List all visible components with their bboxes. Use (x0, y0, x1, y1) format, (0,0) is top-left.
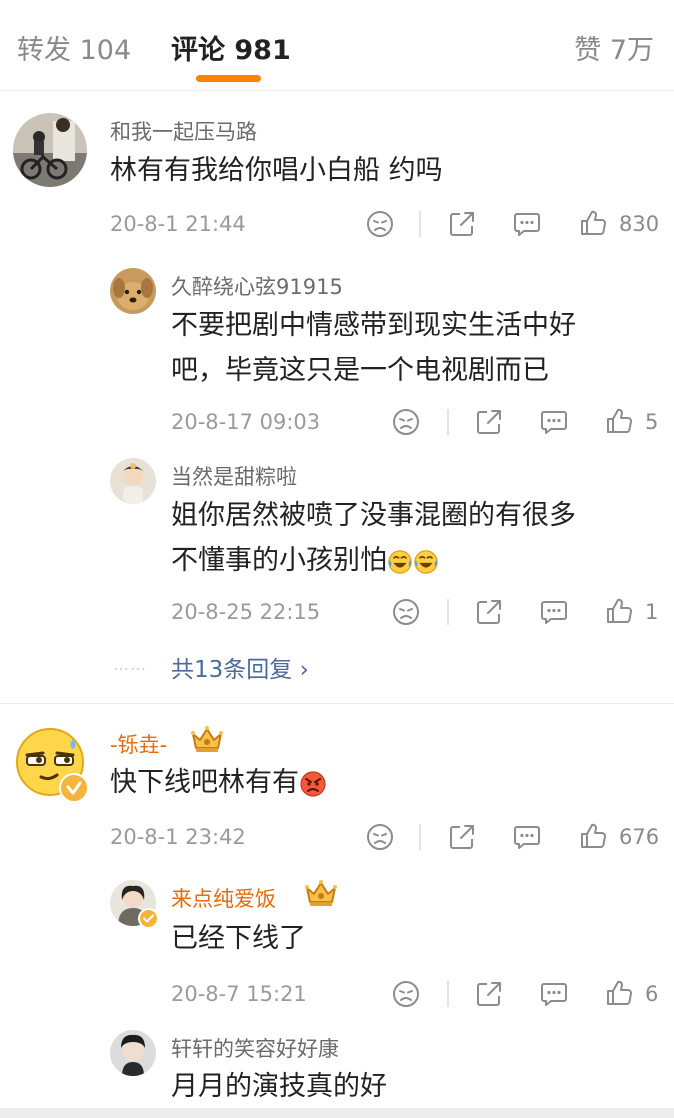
crown-badge-icon (304, 878, 338, 908)
share-icon[interactable] (448, 823, 476, 851)
comment-text: 快下线吧林有有 (110, 760, 327, 806)
thumbs-up-icon[interactable] (579, 822, 607, 850)
reply-text-line2: 吧，毕竟这只是一个电视剧而已 (171, 355, 549, 386)
comment-tabs: 转发 104 评论 981 赞 7万 (0, 0, 674, 90)
reply-text-line1: 姐你居然被喷了没事混圈的有很多 (171, 500, 576, 531)
avatar[interactable] (110, 1030, 156, 1076)
verified-badge-icon (138, 908, 159, 929)
verified-badge-icon (59, 773, 89, 803)
reply-time: 20-8-17 09:03 (171, 410, 321, 434)
laugh-cry-emoji (413, 549, 439, 575)
share-icon[interactable] (475, 980, 503, 1008)
emoji-face-icon[interactable] (366, 210, 394, 238)
emoji-face-icon[interactable] (392, 980, 420, 1008)
reply-username[interactable]: 来点纯爱饭 (171, 883, 276, 913)
comment-username[interactable]: -铄垚- (110, 729, 167, 759)
crown-badge-icon (190, 724, 224, 754)
chevron-right-icon: › (299, 657, 309, 683)
angry-emoji (299, 770, 327, 798)
reply-text-line2: 不懂事的小孩别怕 (171, 538, 439, 584)
comment-icon[interactable] (513, 823, 541, 851)
divider (419, 211, 421, 237)
comment-time: 20-8-1 21:44 (110, 212, 246, 236)
divider (447, 599, 449, 625)
comment-text: 林有有我给你唱小白船 约吗 (110, 155, 443, 186)
share-icon[interactable] (475, 598, 503, 626)
divider (447, 981, 449, 1007)
comment-icon[interactable] (540, 598, 568, 626)
like-count: 5 (645, 410, 659, 434)
emoji-face-icon[interactable] (392, 408, 420, 436)
reply-username[interactable]: 当然是甜粽啦 (171, 461, 297, 491)
more-replies-link[interactable]: 共13条回复 › (171, 650, 309, 684)
divider (447, 409, 449, 435)
comment-icon[interactable] (540, 408, 568, 436)
avatar[interactable] (110, 458, 156, 504)
divider (0, 703, 674, 704)
comment-username[interactable]: 和我一起压马路 (110, 116, 257, 146)
like-count: 676 (619, 825, 660, 849)
reply-time: 20-8-25 22:15 (171, 600, 321, 624)
bottom-shadow (0, 1108, 674, 1118)
comment-icon[interactable] (513, 210, 541, 238)
comment-icon[interactable] (540, 980, 568, 1008)
comment-time: 20-8-1 23:42 (110, 825, 246, 849)
like-count: 1 (645, 600, 659, 624)
avatar[interactable] (110, 268, 156, 314)
share-icon[interactable] (448, 210, 476, 238)
thumbs-up-icon[interactable] (579, 209, 607, 237)
reply-text-line1: 月月的演技真的好 (171, 1071, 387, 1102)
thumbs-up-icon[interactable] (605, 979, 633, 1007)
tab-repost[interactable]: 转发 104 (17, 28, 131, 67)
reply-time: 20-8-7 15:21 (171, 982, 307, 1006)
thumbs-up-icon[interactable] (605, 597, 633, 625)
avatar[interactable] (13, 113, 87, 187)
laugh-cry-emoji (387, 549, 413, 575)
reply-text-line1: 不要把剧中情感带到现实生活中好 (171, 310, 576, 341)
tab-comment[interactable]: 评论 981 (171, 28, 291, 67)
like-count: 6 (645, 982, 659, 1006)
thread-dots: …… (113, 655, 147, 674)
tab-like[interactable]: 赞 7万 (574, 28, 654, 67)
divider (0, 90, 674, 91)
reply-username[interactable]: 轩轩的笑容好好康 (171, 1033, 339, 1063)
divider (419, 824, 421, 850)
like-count: 830 (619, 212, 660, 236)
active-tab-indicator (196, 75, 261, 82)
emoji-face-icon[interactable] (366, 823, 394, 851)
reply-username[interactable]: 久醉绕心弦91915 (171, 271, 343, 301)
thumbs-up-icon[interactable] (605, 407, 633, 435)
share-icon[interactable] (475, 408, 503, 436)
reply-text-line1: 已经下线了 (171, 923, 306, 954)
emoji-face-icon[interactable] (392, 598, 420, 626)
